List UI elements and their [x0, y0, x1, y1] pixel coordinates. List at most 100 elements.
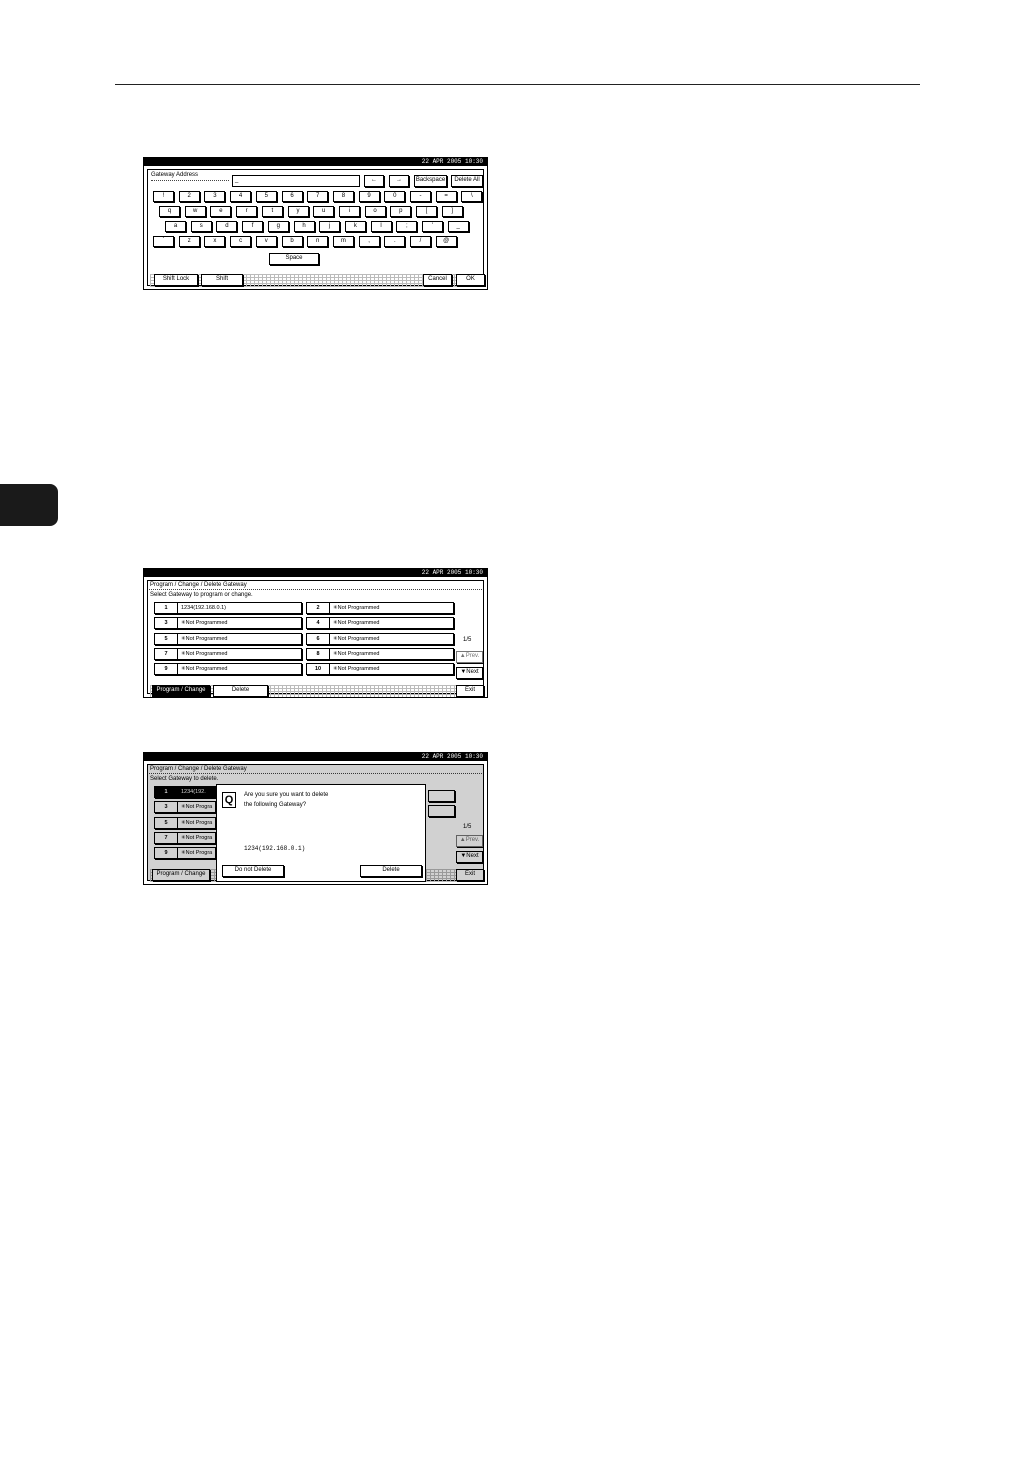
gateway-entry[interactable]: 6 ✳Not Programmed [306, 632, 454, 645]
entry-label: ✳Not Programmed [333, 666, 380, 673]
key[interactable]: d [216, 221, 238, 232]
key[interactable]: ' [422, 221, 443, 232]
entry-number: 2 [307, 603, 330, 613]
key[interactable]: x [204, 236, 226, 247]
key[interactable]: @ [435, 236, 457, 247]
do-not-delete-button[interactable]: Do not Delete [222, 865, 284, 877]
key[interactable]: ` [153, 236, 174, 247]
key[interactable]: 0 [384, 191, 406, 202]
key[interactable]: v [255, 236, 277, 247]
page-indicator: 1/5 [463, 637, 472, 643]
key[interactable]: 6 [281, 191, 303, 202]
delete-all-button[interactable]: Delete All [451, 175, 483, 187]
keyboard-screen: 22 APR 2005 10:30 Gateway Address _ ← → … [143, 157, 488, 290]
clock: 22 APR 2005 10:30 [144, 569, 487, 577]
key[interactable]: i [338, 206, 360, 217]
cursor-right-button[interactable]: → [389, 175, 409, 187]
key[interactable]: s [190, 221, 212, 232]
gateway-entry[interactable]: 3 ✳Not Programmed [154, 617, 302, 630]
instruction-text: Select Gateway to program or change. [150, 592, 253, 598]
gateway-entry[interactable]: 9 ✳Not Programmed [154, 663, 302, 676]
label-divider [151, 180, 229, 181]
key[interactable]: 4 [230, 191, 252, 202]
key[interactable]: g [267, 221, 289, 232]
key[interactable]: 8 [332, 191, 354, 202]
key[interactable]: h [293, 221, 315, 232]
key[interactable]: u [313, 206, 335, 217]
key[interactable]: ! [153, 191, 174, 202]
key[interactable]: r [236, 206, 258, 217]
key[interactable]: b [281, 236, 303, 247]
gateway-entry[interactable]: 2 ✳Not Programmed [306, 602, 454, 614]
tab-program-change[interactable]: Program / Change [152, 685, 210, 697]
gateway-list-screen: 22 APR 2005 10:30 Program / Change / Del… [143, 568, 488, 698]
entry-label: ✳Not Programmed [333, 650, 380, 657]
key[interactable]: p [390, 206, 412, 217]
key[interactable]: \ [461, 191, 483, 202]
gateway-address-input[interactable]: _ [232, 175, 360, 187]
shift-lock-button[interactable]: Shift Lock [154, 274, 198, 286]
key[interactable]: _ [447, 221, 469, 232]
cancel-button[interactable]: Cancel [423, 274, 452, 286]
shift-button[interactable]: Shift [201, 274, 243, 286]
key[interactable]: a [165, 221, 186, 232]
key[interactable]: l [370, 221, 392, 232]
ok-button[interactable]: OK [456, 274, 485, 286]
list-frame: Program / Change / Delete Gateway Select… [147, 580, 484, 697]
entry-label: ✳Not Programmed [333, 620, 380, 627]
next-button[interactable]: ▼Next [456, 667, 483, 679]
key[interactable]: w [184, 206, 206, 217]
key[interactable]: e [210, 206, 232, 217]
confirm-delete-button[interactable]: Delete [360, 865, 422, 877]
key[interactable]: / [410, 236, 431, 247]
tab-delete[interactable]: Delete [213, 685, 268, 697]
gateway-entry[interactable]: 7 ✳Not Programmed [154, 647, 302, 660]
cursor-left-button[interactable]: ← [364, 175, 384, 187]
entry-number: 9 [155, 664, 178, 675]
key[interactable]: ; [396, 221, 418, 232]
key[interactable]: 9 [358, 191, 380, 202]
screen-title: Program / Change / Delete Gateway [150, 582, 247, 588]
key[interactable]: q [159, 206, 180, 217]
entry-number: 5 [155, 633, 178, 644]
key[interactable]: n [307, 236, 329, 247]
delete-confirm-screen: 22 APR 2005 10:30 Program / Change / Del… [143, 752, 488, 885]
key[interactable]: . [384, 236, 406, 247]
key[interactable]: k [344, 221, 366, 232]
key[interactable]: y [287, 206, 309, 217]
key[interactable]: 3 [204, 191, 226, 202]
key[interactable]: o [364, 206, 386, 217]
key[interactable]: [ [416, 206, 437, 217]
exit-button[interactable]: Exit [456, 685, 484, 697]
gateway-entry[interactable]: 8 ✳Not Programmed [306, 647, 454, 660]
dialog-line-1: Are you sure you want to delete [244, 792, 329, 798]
key[interactable]: = [435, 191, 457, 202]
prev-button[interactable]: ▲Prev. [456, 651, 483, 663]
entry-number: 3 [155, 618, 178, 629]
key[interactable]: z [178, 236, 200, 247]
entry-label: ✳Not Programmed [181, 635, 228, 642]
key[interactable]: 7 [307, 191, 329, 202]
space-key[interactable]: Space [269, 253, 319, 265]
key[interactable]: j [319, 221, 341, 232]
gateway-entry[interactable]: 4 ✳Not Programmed [306, 617, 454, 630]
gateway-entry[interactable]: 10 ✳Not Programmed [306, 663, 454, 676]
key[interactable]: 2 [178, 191, 200, 202]
entry-label: ✳Not Programmed [181, 650, 228, 657]
gateway-entry[interactable]: 5 ✳Not Programmed [154, 632, 302, 645]
key[interactable]: m [332, 236, 354, 247]
entry-label: ✳Not Programmed [333, 605, 380, 611]
key[interactable]: t [261, 206, 283, 217]
header-rule [115, 84, 920, 85]
key[interactable]: f [242, 221, 264, 232]
key[interactable]: - [410, 191, 431, 202]
key[interactable]: ] [441, 206, 463, 217]
title-divider [149, 589, 482, 590]
gateway-entry[interactable]: 1 1234(192.168.0.1) [154, 602, 302, 614]
entry-number: 1 [155, 603, 178, 613]
key[interactable]: 5 [255, 191, 277, 202]
key[interactable]: c [230, 236, 252, 247]
key[interactable]: , [358, 236, 380, 247]
confirm-delete-dialog: Q Are you sure you want to delete the fo… [216, 784, 426, 882]
backspace-button[interactable]: Backspace [414, 175, 447, 187]
